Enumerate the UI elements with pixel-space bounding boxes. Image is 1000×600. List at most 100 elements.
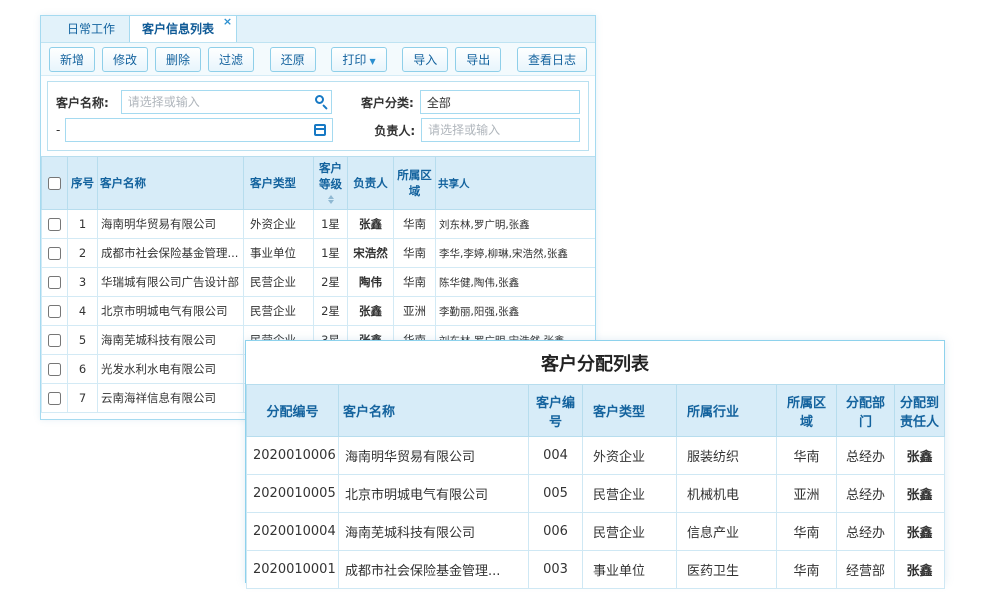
customer-no: 005: [529, 475, 583, 513]
table-row: 4 北京市明城电气有限公司 民营企业 2星 张鑫 亚洲 李勤丽,阳强,张鑫: [42, 297, 596, 326]
owner-input[interactable]: [421, 118, 580, 142]
search-icon[interactable]: [315, 95, 324, 104]
import-button[interactable]: 导入: [402, 47, 448, 72]
customer-name-input[interactable]: [121, 90, 332, 114]
owner-link[interactable]: 张鑫: [348, 297, 394, 326]
dept: 总经办: [837, 513, 895, 551]
checkbox-cell: [42, 384, 68, 413]
header-customer-no: 客户编号: [529, 385, 583, 437]
header-region: 所属区域: [394, 157, 436, 210]
date-input-wrap: [65, 118, 333, 142]
close-icon[interactable]: ×: [223, 16, 232, 27]
region: 华南: [777, 513, 837, 551]
header-industry: 所属行业: [677, 385, 777, 437]
customer-name-link[interactable]: 北京市明城电气有限公司: [98, 297, 244, 326]
industry: 医药卫生: [677, 551, 777, 589]
print-label: 打印: [342, 53, 366, 67]
region: 华南: [777, 551, 837, 589]
customer-level: 2星: [314, 268, 348, 297]
table-row: 2020010006 海南明华贸易有限公司 004 外资企业 服装纺织 华南 总…: [247, 437, 945, 475]
row-number: 6: [68, 355, 98, 384]
owner-link[interactable]: 陶伟: [348, 268, 394, 297]
edit-button[interactable]: 修改: [102, 47, 148, 72]
alloc-no-link[interactable]: 2020010006: [247, 437, 339, 475]
table-header-row: 序号 客户名称 客户类型 客户等级 负责人 所属区域 共享人: [42, 157, 596, 210]
allocation-panel: 客户分配列表 分配编号 客户名称 客户编号 客户类型 所属行业 所属区域 分配部…: [245, 340, 945, 583]
sort-icon[interactable]: [328, 195, 334, 204]
calendar-icon[interactable]: [314, 124, 326, 136]
alloc-no-link[interactable]: 2020010004: [247, 513, 339, 551]
table-row: 2 成都市社会保险基金管理... 事业单位 1星 宋浩然 华南 李华,李婷,柳琳…: [42, 239, 596, 268]
select-all-checkbox[interactable]: [48, 177, 61, 190]
customer-name-link[interactable]: 海南明华贸易有限公司: [339, 437, 529, 475]
export-button[interactable]: 导出: [455, 47, 501, 72]
row-checkbox[interactable]: [48, 218, 61, 231]
customer-type: 民营企业: [583, 475, 677, 513]
restore-button[interactable]: 还原: [270, 47, 316, 72]
row-number: 5: [68, 326, 98, 355]
row-checkbox[interactable]: [48, 247, 61, 260]
row-checkbox[interactable]: [48, 334, 61, 347]
assignee-link[interactable]: 张鑫: [895, 551, 945, 589]
owner-link[interactable]: 宋浩然: [348, 239, 394, 268]
tab-customer-info-list[interactable]: 客户信息列表 ×: [129, 15, 237, 42]
header-customer-type: 客户类型: [583, 385, 677, 437]
view-log-button[interactable]: 查看日志: [517, 47, 587, 72]
owner-label: 负责人:: [343, 122, 415, 139]
page: 日常工作 客户信息列表 × 新增 修改 删除 过滤 还原 打印▼ 导入 导出 查…: [0, 0, 1000, 600]
shared-people: 刘东林,罗广明,张鑫: [436, 210, 596, 239]
tab-daily-work[interactable]: 日常工作: [55, 15, 129, 42]
header-no: 序号: [68, 157, 98, 210]
category-select[interactable]: 全部: [420, 90, 580, 114]
row-number: 2: [68, 239, 98, 268]
delete-button[interactable]: 删除: [155, 47, 201, 72]
assignee-link[interactable]: 张鑫: [895, 513, 945, 551]
assignee-link[interactable]: 张鑫: [895, 437, 945, 475]
table-header-row: 分配编号 客户名称 客户编号 客户类型 所属行业 所属区域 分配部门 分配到责任…: [247, 385, 945, 437]
alloc-no-link[interactable]: 2020010005: [247, 475, 339, 513]
row-checkbox[interactable]: [48, 305, 61, 318]
row-number: 7: [68, 384, 98, 413]
row-number: 3: [68, 268, 98, 297]
table-row: 2020010005 北京市明城电气有限公司 005 民营企业 机械机电 亚洲 …: [247, 475, 945, 513]
filter-button[interactable]: 过滤: [208, 47, 254, 72]
table-row: 2020010001 成都市社会保险基金管理... 003 事业单位 医药卫生 …: [247, 551, 945, 589]
row-checkbox[interactable]: [48, 392, 61, 405]
row-checkbox[interactable]: [48, 276, 61, 289]
dept: 总经办: [837, 475, 895, 513]
header-customer-level[interactable]: 客户等级: [314, 157, 348, 210]
dept: 总经办: [837, 437, 895, 475]
customer-type: 事业单位: [583, 551, 677, 589]
region: 华南: [777, 437, 837, 475]
row-checkbox[interactable]: [48, 363, 61, 376]
customer-type: 外资企业: [583, 437, 677, 475]
checkbox-cell: [42, 239, 68, 268]
owner-link[interactable]: 张鑫: [348, 210, 394, 239]
assignee-link[interactable]: 张鑫: [895, 475, 945, 513]
print-button[interactable]: 打印▼: [331, 47, 386, 72]
customer-name-link[interactable]: 海南芜城科技有限公司: [339, 513, 529, 551]
category-label: 客户分类:: [342, 94, 414, 111]
row-number: 1: [68, 210, 98, 239]
dept: 经营部: [837, 551, 895, 589]
customer-name-link[interactable]: 海南明华贸易有限公司: [98, 210, 244, 239]
customer-name-link[interactable]: 海南芜城科技有限公司: [98, 326, 244, 355]
table-row: 3 华瑞城有限公司广告设计部 民营企业 2星 陶伟 华南 陈华健,陶伟,张鑫: [42, 268, 596, 297]
region: 华南: [394, 268, 436, 297]
customer-name-link[interactable]: 光发水利水电有限公司: [98, 355, 244, 384]
customer-name-link[interactable]: 云南海祥信息有限公司: [98, 384, 244, 413]
date-input[interactable]: [65, 118, 333, 142]
region: 亚洲: [777, 475, 837, 513]
owner-input-wrap: [421, 118, 580, 142]
add-button[interactable]: 新增: [49, 47, 95, 72]
checkbox-cell: [42, 268, 68, 297]
checkbox-cell: [42, 355, 68, 384]
customer-name-link[interactable]: 成都市社会保险基金管理...: [98, 239, 244, 268]
alloc-no-link[interactable]: 2020010001: [247, 551, 339, 589]
customer-name-link[interactable]: 华瑞城有限公司广告设计部: [98, 268, 244, 297]
customer-name-link[interactable]: 成都市社会保险基金管理...: [339, 551, 529, 589]
customer-level: 1星: [314, 210, 348, 239]
customer-name-link[interactable]: 北京市明城电气有限公司: [339, 475, 529, 513]
customer-type: 民营企业: [583, 513, 677, 551]
region: 亚洲: [394, 297, 436, 326]
